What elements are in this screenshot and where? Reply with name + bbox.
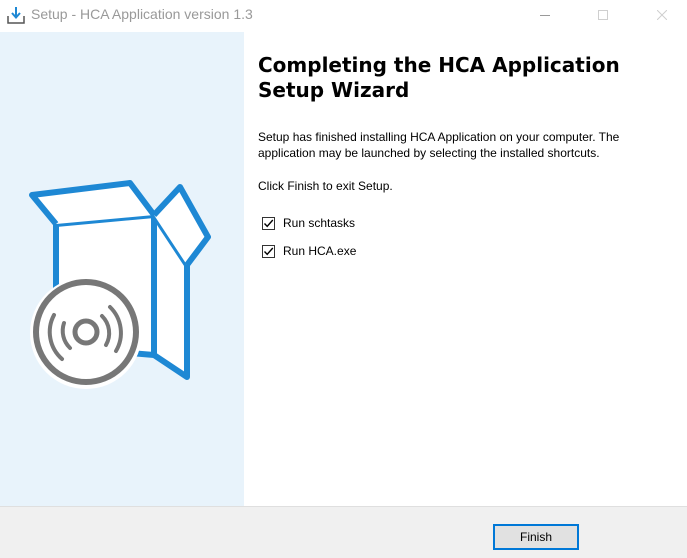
exit-instruction: Click Finish to exit Setup. (258, 179, 393, 193)
run-hca-exe-label: Run HCA.exe (283, 244, 357, 258)
run-schtasks-option[interactable]: Run schtasks (262, 214, 355, 232)
run-hca-exe-option[interactable]: Run HCA.exe (262, 242, 356, 260)
title-bar: Setup - HCA Application version 1.3 (0, 0, 687, 31)
checkmark-icon (263, 247, 274, 255)
minimize-button[interactable] (522, 0, 568, 31)
minimize-icon (540, 15, 550, 16)
completion-message: Setup has finished installing HCA Applic… (258, 130, 620, 160)
wizard-content: Completing the HCA Application Setup Wiz… (244, 32, 687, 506)
maximize-button[interactable] (580, 0, 626, 31)
page-title: Completing the HCA Application Setup Wiz… (258, 53, 620, 102)
maximize-icon (598, 10, 608, 20)
finish-button[interactable]: Finish (493, 524, 579, 550)
setup-window: Setup - HCA Application version 1.3 Comp… (0, 0, 687, 558)
close-icon (657, 10, 667, 20)
run-schtasks-label: Run schtasks (283, 216, 356, 230)
box-with-disc-icon (29, 180, 211, 389)
close-button[interactable] (639, 0, 685, 31)
window-title: Setup - HCA Application version 1.3 (31, 6, 253, 22)
wizard-banner (0, 32, 244, 506)
run-hca-exe-checkbox[interactable] (262, 244, 275, 258)
checkmark-icon (263, 219, 274, 227)
button-bar: Finish (0, 506, 687, 558)
setup-download-icon (6, 5, 26, 25)
run-schtasks-checkbox[interactable] (262, 216, 275, 230)
